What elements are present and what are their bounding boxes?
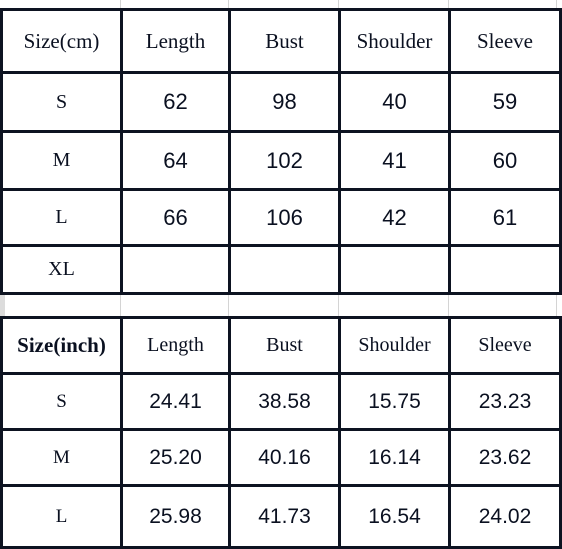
top-gridline-strip	[0, 0, 562, 8]
gridline	[556, 0, 557, 8]
gridline	[338, 0, 339, 8]
header-sleeve: Sleeve	[448, 316, 562, 375]
header-length: Length	[120, 8, 231, 74]
cell-sleeve: 24.02	[448, 484, 562, 549]
header-sleeve: Sleeve	[448, 8, 562, 74]
cell-sleeve: 60	[448, 130, 562, 191]
cell-sleeve: 61	[448, 188, 562, 247]
cell-bust: 38.58	[228, 372, 341, 431]
size-label: L	[0, 484, 123, 549]
size-label: XL	[0, 244, 123, 295]
cell-bust: 40.16	[228, 428, 341, 487]
cell-sleeve: 59	[448, 71, 562, 133]
gridline	[228, 294, 229, 316]
table-row: M 25.20 40.16 16.14 23.62	[0, 428, 562, 487]
gridline	[556, 294, 557, 316]
gridline	[120, 294, 121, 316]
gridline	[448, 294, 449, 316]
table-header-row: Size(inch) Length Bust Shoulder Sleeve	[0, 316, 562, 375]
size-chart-sheet: Size(cm) Length Bust Shoulder Sleeve S 6…	[0, 0, 562, 549]
cell-length: 62	[120, 71, 231, 133]
size-label: M	[0, 428, 123, 487]
header-shoulder: Shoulder	[338, 8, 451, 74]
table-row: S 24.41 38.58 15.75 23.23	[0, 372, 562, 431]
table-row: S 62 98 40 59	[0, 71, 562, 133]
table-row: L 66 106 42 61	[0, 188, 562, 247]
size-label: M	[0, 130, 123, 191]
cell-length: 64	[120, 130, 231, 191]
cell-shoulder: 16.14	[338, 428, 451, 487]
header-size-unit: Size(cm)	[0, 8, 123, 74]
header-shoulder: Shoulder	[338, 316, 451, 375]
cell-bust: 98	[228, 71, 341, 133]
size-table-cm: Size(cm) Length Bust Shoulder Sleeve S 6…	[0, 8, 562, 295]
gridline	[228, 0, 229, 8]
cell-length: 25.20	[120, 428, 231, 487]
table-row: L 25.98 41.73 16.54 24.02	[0, 484, 562, 549]
table-row: XL	[0, 244, 562, 295]
cell-bust: 102	[228, 130, 341, 191]
size-label: S	[0, 71, 123, 133]
size-label: L	[0, 188, 123, 247]
cell-bust	[228, 244, 341, 295]
cell-bust: 41.73	[228, 484, 341, 549]
header-bust: Bust	[228, 8, 341, 74]
cell-length	[120, 244, 231, 295]
cell-sleeve: 23.62	[448, 428, 562, 487]
cell-shoulder: 42	[338, 188, 451, 247]
gridline	[448, 0, 449, 8]
cell-bust: 106	[228, 188, 341, 247]
cell-shoulder: 41	[338, 130, 451, 191]
gridline	[338, 294, 339, 316]
header-bust: Bust	[228, 316, 341, 375]
cell-length: 66	[120, 188, 231, 247]
header-size-unit: Size(inch)	[0, 316, 123, 375]
cell-length: 25.98	[120, 484, 231, 549]
gridline	[120, 0, 121, 8]
cell-shoulder: 15.75	[338, 372, 451, 431]
cell-sleeve	[448, 244, 562, 295]
size-table-inch: Size(inch) Length Bust Shoulder Sleeve S…	[0, 316, 562, 549]
cell-shoulder	[338, 244, 451, 295]
table-row: M 64 102 41 60	[0, 130, 562, 191]
header-length: Length	[120, 316, 231, 375]
table-header-row: Size(cm) Length Bust Shoulder Sleeve	[0, 8, 562, 74]
cell-shoulder: 40	[338, 71, 451, 133]
cell-sleeve: 23.23	[448, 372, 562, 431]
cell-length: 24.41	[120, 372, 231, 431]
table-gap-strip	[0, 294, 562, 316]
size-label: S	[0, 372, 123, 431]
cell-shoulder: 16.54	[338, 484, 451, 549]
